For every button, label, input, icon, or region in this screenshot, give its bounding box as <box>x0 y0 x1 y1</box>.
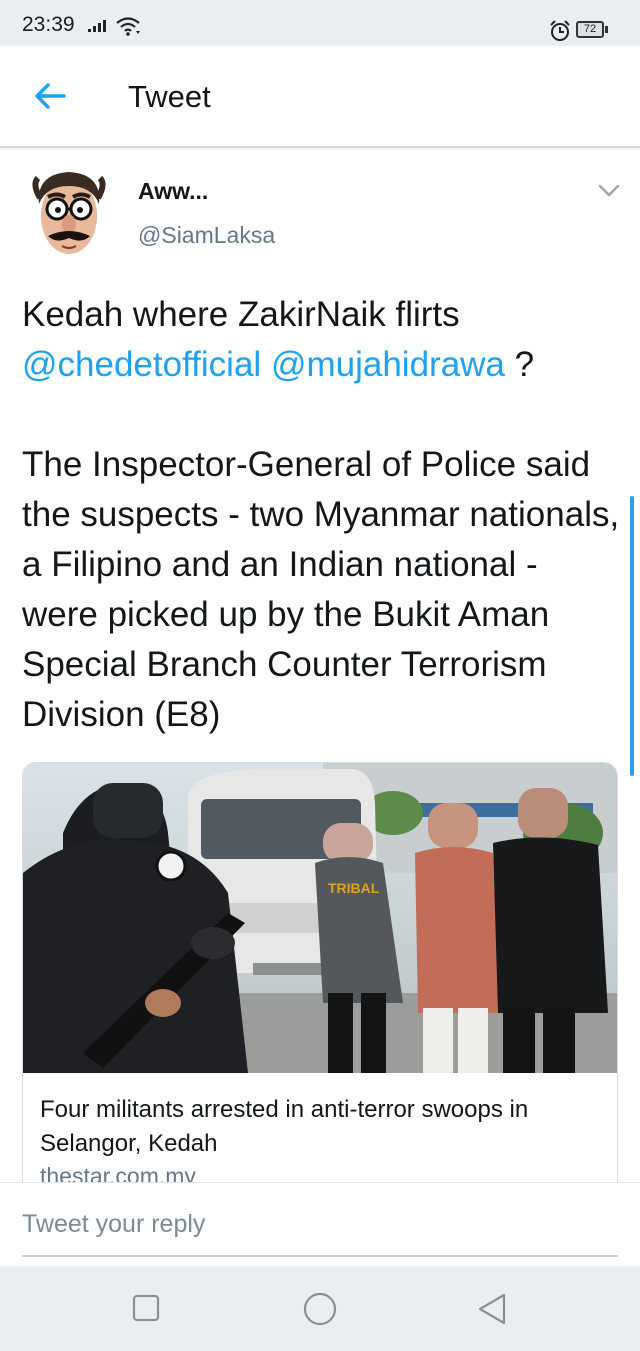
tweet-intro: Kedah where ZakirNaik flirts <box>22 295 460 334</box>
tweet-line-1: Kedah where ZakirNaik flirts @chedetoffic… <box>22 290 622 390</box>
status-bar: 23:39 72 <box>0 0 640 46</box>
tweet-menu-button[interactable] <box>598 184 620 203</box>
alarm-clock-icon <box>549 20 571 47</box>
question-mark: ? <box>504 345 535 384</box>
triangle-back-icon <box>478 1293 506 1325</box>
square-icon <box>132 1294 160 1322</box>
back-arrow-icon <box>35 83 66 109</box>
tweet-body: The Inspector-General of Police said the… <box>22 445 620 734</box>
battery-indicator: 72 <box>576 21 604 38</box>
circle-icon <box>303 1292 337 1326</box>
scrollbar[interactable] <box>630 496 634 776</box>
reply-underline <box>22 1255 618 1257</box>
battery-nub <box>605 26 608 33</box>
home-button[interactable] <box>302 1291 338 1332</box>
article-title: Four militants arrested in anti-terror s… <box>40 1096 529 1157</box>
system-nav-bar <box>0 1266 640 1351</box>
back-button[interactable] <box>30 76 70 116</box>
recent-apps-button[interactable] <box>132 1294 160 1327</box>
link-preview-card[interactable]: TRIBAL Four militants arrested in anti-t… <box>22 762 618 1202</box>
author-name[interactable]: Aww... <box>138 178 208 205</box>
wifi-icon <box>116 17 142 42</box>
page-title: Tweet <box>128 79 211 114</box>
reply-input[interactable]: Tweet your reply <box>22 1210 205 1239</box>
mention-link[interactable]: @chedetofficial <box>22 345 261 384</box>
article-image: TRIBAL <box>23 763 617 1073</box>
app-bar: Tweet <box>0 46 640 148</box>
svg-text:TRIBAL: TRIBAL <box>328 880 380 896</box>
chevron-down-icon <box>598 184 620 197</box>
mention-link[interactable]: @mujahidrawa <box>271 345 505 384</box>
author-handle[interactable]: @SiamLaksa <box>138 222 275 249</box>
status-time: 23:39 <box>22 13 75 36</box>
system-back-button[interactable] <box>476 1292 508 1331</box>
reply-bar: Tweet your reply <box>0 1182 640 1267</box>
tweet-text: Kedah where ZakirNaik flirts @chedetoffic… <box>22 290 622 740</box>
avatar[interactable] <box>26 164 112 258</box>
signal-icon <box>88 18 110 37</box>
